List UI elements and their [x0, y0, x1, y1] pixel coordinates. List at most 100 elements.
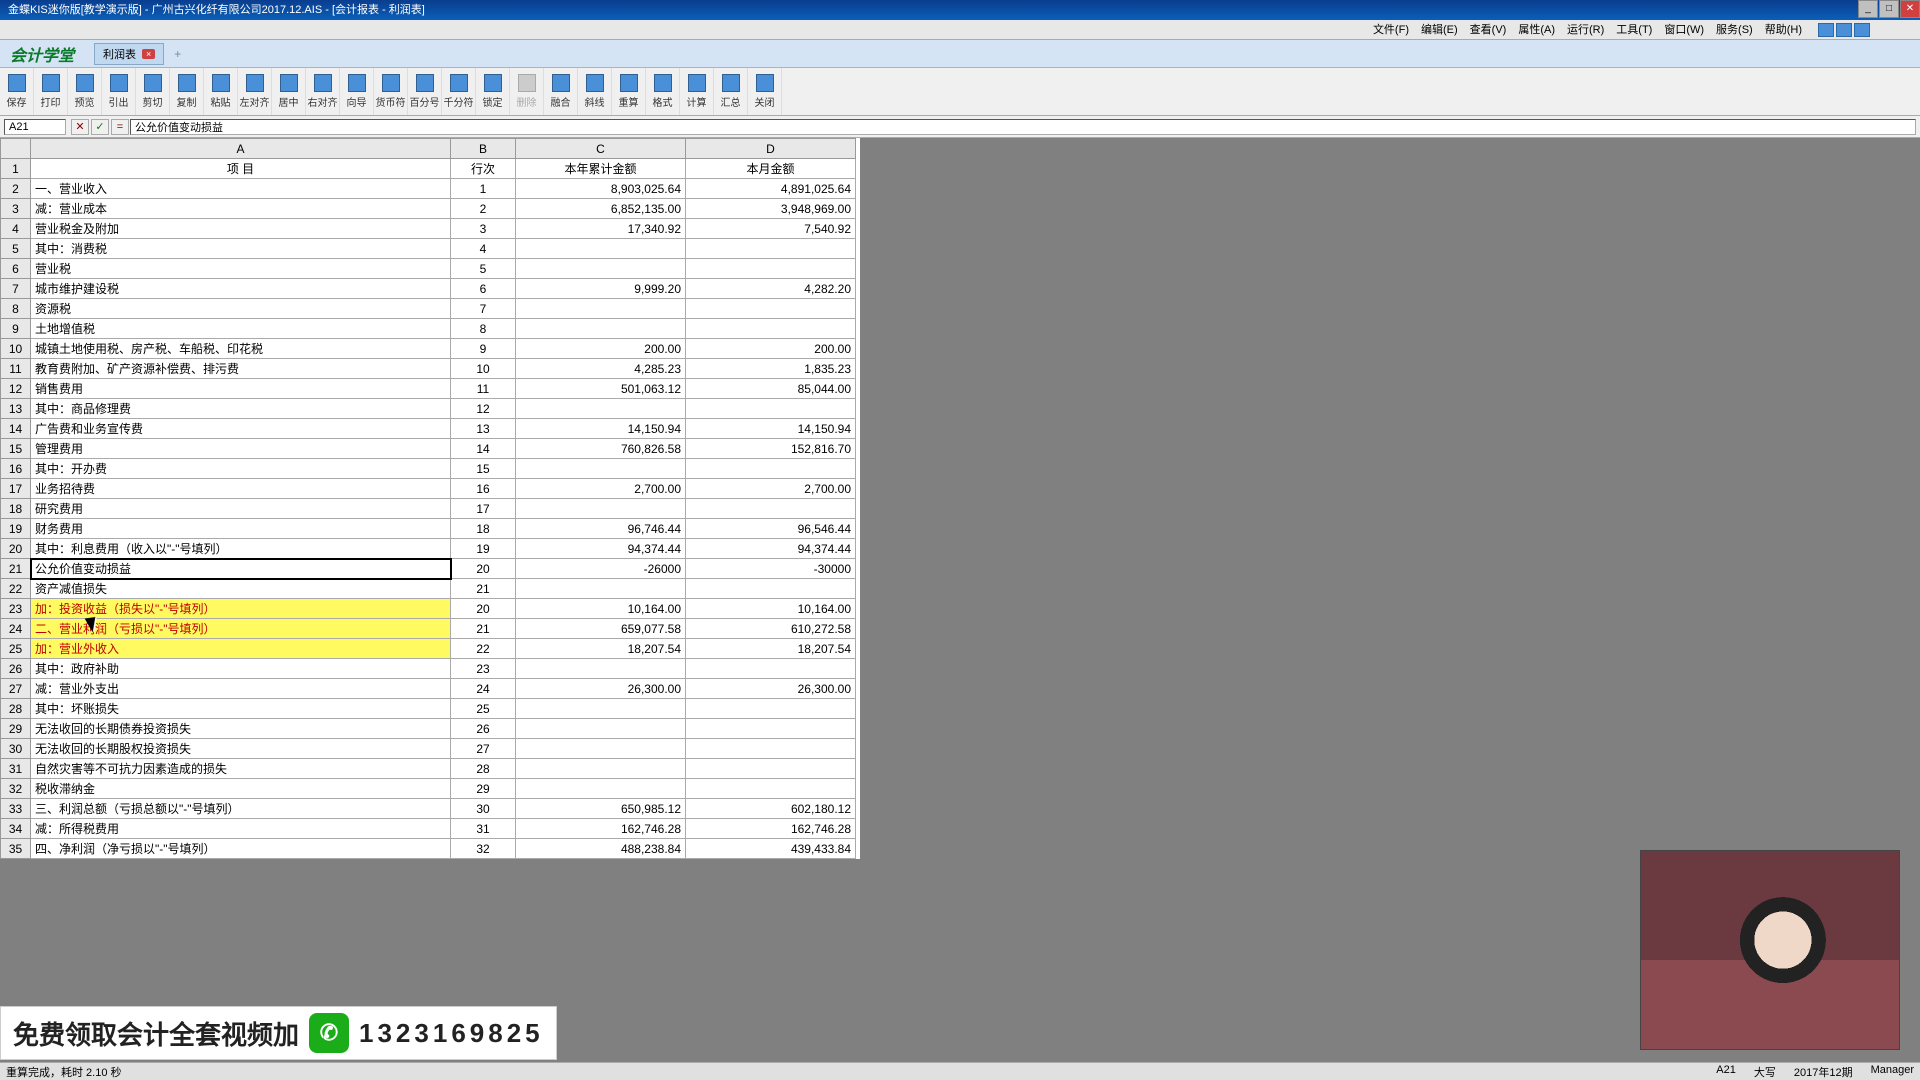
toolbar-预览[interactable]: 预览	[68, 68, 102, 115]
cell[interactable]	[686, 699, 856, 719]
maximize-button[interactable]: □	[1879, 0, 1899, 18]
table-row[interactable]: 25加：营业外收入2218,207.5418,207.54	[1, 639, 856, 659]
cell[interactable]	[516, 699, 686, 719]
cell[interactable]: 无法收回的长期债券投资损失	[31, 719, 451, 739]
column-header-a[interactable]: A	[31, 139, 451, 159]
cell[interactable]: 21	[451, 619, 516, 639]
toolbar-剪切[interactable]: 剪切	[136, 68, 170, 115]
table-row[interactable]: 35四、净利润（净亏损以"-"号填列）32488,238.84439,433.8…	[1, 839, 856, 859]
toolbar-融合[interactable]: 融合	[544, 68, 578, 115]
menu-attr[interactable]: 属性(A)	[1512, 20, 1561, 39]
row-header[interactable]: 20	[1, 539, 31, 559]
cell[interactable]: 13	[451, 419, 516, 439]
cell[interactable]: 加：营业外收入	[31, 639, 451, 659]
cell[interactable]	[516, 719, 686, 739]
table-row[interactable]: 12 销售费用11501,063.1285,044.00	[1, 379, 856, 399]
cell[interactable]	[686, 739, 856, 759]
cell[interactable]: 32	[451, 839, 516, 859]
row-header[interactable]: 16	[1, 459, 31, 479]
cell[interactable]: 销售费用	[31, 379, 451, 399]
tab-close-icon[interactable]: ×	[142, 49, 155, 59]
menu-run[interactable]: 运行(R)	[1561, 20, 1610, 39]
cell[interactable]: 19	[451, 539, 516, 559]
row-header[interactable]: 18	[1, 499, 31, 519]
cell[interactable]: 3,948,969.00	[686, 199, 856, 219]
table-row[interactable]: 23加：投资收益（损失以"-"号填列）2010,164.0010,164.00	[1, 599, 856, 619]
cell[interactable]: 24	[451, 679, 516, 699]
table-row[interactable]: 17 业务招待费162,700.002,700.00	[1, 479, 856, 499]
menu-window[interactable]: 窗口(W)	[1658, 20, 1710, 39]
cell[interactable]: 16	[451, 479, 516, 499]
table-row[interactable]: 20 其中：利息费用（收入以"-"号填列）1994,374.4494,374.4…	[1, 539, 856, 559]
cell[interactable]: 加：投资收益（损失以"-"号填列）	[31, 599, 451, 619]
table-row[interactable]: 1项 目行次本年累计金额本月金额	[1, 159, 856, 179]
cell[interactable]: 业务招待费	[31, 479, 451, 499]
toolbar-斜线[interactable]: 斜线	[578, 68, 612, 115]
table-row[interactable]: 19 财务费用1896,746.4496,546.44	[1, 519, 856, 539]
formula-fx-button[interactable]: =	[111, 119, 129, 135]
table-row[interactable]: 32 税收滞纳金29	[1, 779, 856, 799]
cell[interactable]: 项 目	[31, 159, 451, 179]
toolbar-引出[interactable]: 引出	[102, 68, 136, 115]
row-header[interactable]: 1	[1, 159, 31, 179]
row-header[interactable]: 35	[1, 839, 31, 859]
table-row[interactable]: 28 其中：坏账损失25	[1, 699, 856, 719]
cell[interactable]: 21	[451, 579, 516, 599]
cell[interactable]	[686, 579, 856, 599]
cell[interactable]: 4,285.23	[516, 359, 686, 379]
table-row[interactable]: 5 其中：消费税4	[1, 239, 856, 259]
row-header[interactable]: 27	[1, 679, 31, 699]
cell[interactable]: 5	[451, 259, 516, 279]
cell[interactable]: 1	[451, 179, 516, 199]
column-header-c[interactable]: C	[516, 139, 686, 159]
cell[interactable]: 营业税	[31, 259, 451, 279]
cell[interactable]: 土地增值税	[31, 319, 451, 339]
cell[interactable]: 管理费用	[31, 439, 451, 459]
new-tab-button[interactable]: +	[168, 45, 187, 63]
cell[interactable]: 8	[451, 319, 516, 339]
row-header[interactable]: 34	[1, 819, 31, 839]
row-header[interactable]: 22	[1, 579, 31, 599]
row-header[interactable]: 6	[1, 259, 31, 279]
table-row[interactable]: 31 自然灾害等不可抗力因素造成的损失28	[1, 759, 856, 779]
row-header[interactable]: 19	[1, 519, 31, 539]
cell[interactable]: 18,207.54	[686, 639, 856, 659]
cell[interactable]	[686, 759, 856, 779]
cell[interactable]: 18	[451, 519, 516, 539]
cell[interactable]: 自然灾害等不可抗力因素造成的损失	[31, 759, 451, 779]
cell[interactable]: 三、利润总额（亏损总额以"-"号填列）	[31, 799, 451, 819]
menu-tools[interactable]: 工具(T)	[1610, 20, 1658, 39]
row-header[interactable]: 12	[1, 379, 31, 399]
spreadsheet[interactable]: A B C D 1项 目行次本年累计金额本月金额2一、营业收入18,903,02…	[0, 138, 860, 859]
row-header[interactable]: 31	[1, 759, 31, 779]
row-header[interactable]: 5	[1, 239, 31, 259]
cell[interactable]: 资源税	[31, 299, 451, 319]
row-header[interactable]: 15	[1, 439, 31, 459]
cell[interactable]: 501,063.12	[516, 379, 686, 399]
cell[interactable]: 本年累计金额	[516, 159, 686, 179]
cell[interactable]: 其中：商品修理费	[31, 399, 451, 419]
cell[interactable]: 6,852,135.00	[516, 199, 686, 219]
cell[interactable]: 760,826.58	[516, 439, 686, 459]
cell[interactable]: 城市维护建设税	[31, 279, 451, 299]
toolbar-锁定[interactable]: 锁定	[476, 68, 510, 115]
cell[interactable]	[516, 759, 686, 779]
cell[interactable]: 其中：政府补助	[31, 659, 451, 679]
row-header[interactable]: 33	[1, 799, 31, 819]
cell[interactable]	[686, 719, 856, 739]
row-header[interactable]: 3	[1, 199, 31, 219]
row-header[interactable]: 23	[1, 599, 31, 619]
row-header[interactable]: 32	[1, 779, 31, 799]
cell[interactable]	[516, 499, 686, 519]
cell[interactable]	[516, 739, 686, 759]
cell[interactable]	[686, 239, 856, 259]
cell[interactable]: 无法收回的长期股权投资损失	[31, 739, 451, 759]
cell[interactable]: 10	[451, 359, 516, 379]
cell[interactable]: 其中：坏账损失	[31, 699, 451, 719]
table-row[interactable]: 22资产减值损失21	[1, 579, 856, 599]
cell[interactable]: 18,207.54	[516, 639, 686, 659]
toolbar-删除[interactable]: 删除	[510, 68, 544, 115]
toolbar-复制[interactable]: 复制	[170, 68, 204, 115]
cell[interactable]: 162,746.28	[516, 819, 686, 839]
toolbar-居中[interactable]: 居中	[272, 68, 306, 115]
